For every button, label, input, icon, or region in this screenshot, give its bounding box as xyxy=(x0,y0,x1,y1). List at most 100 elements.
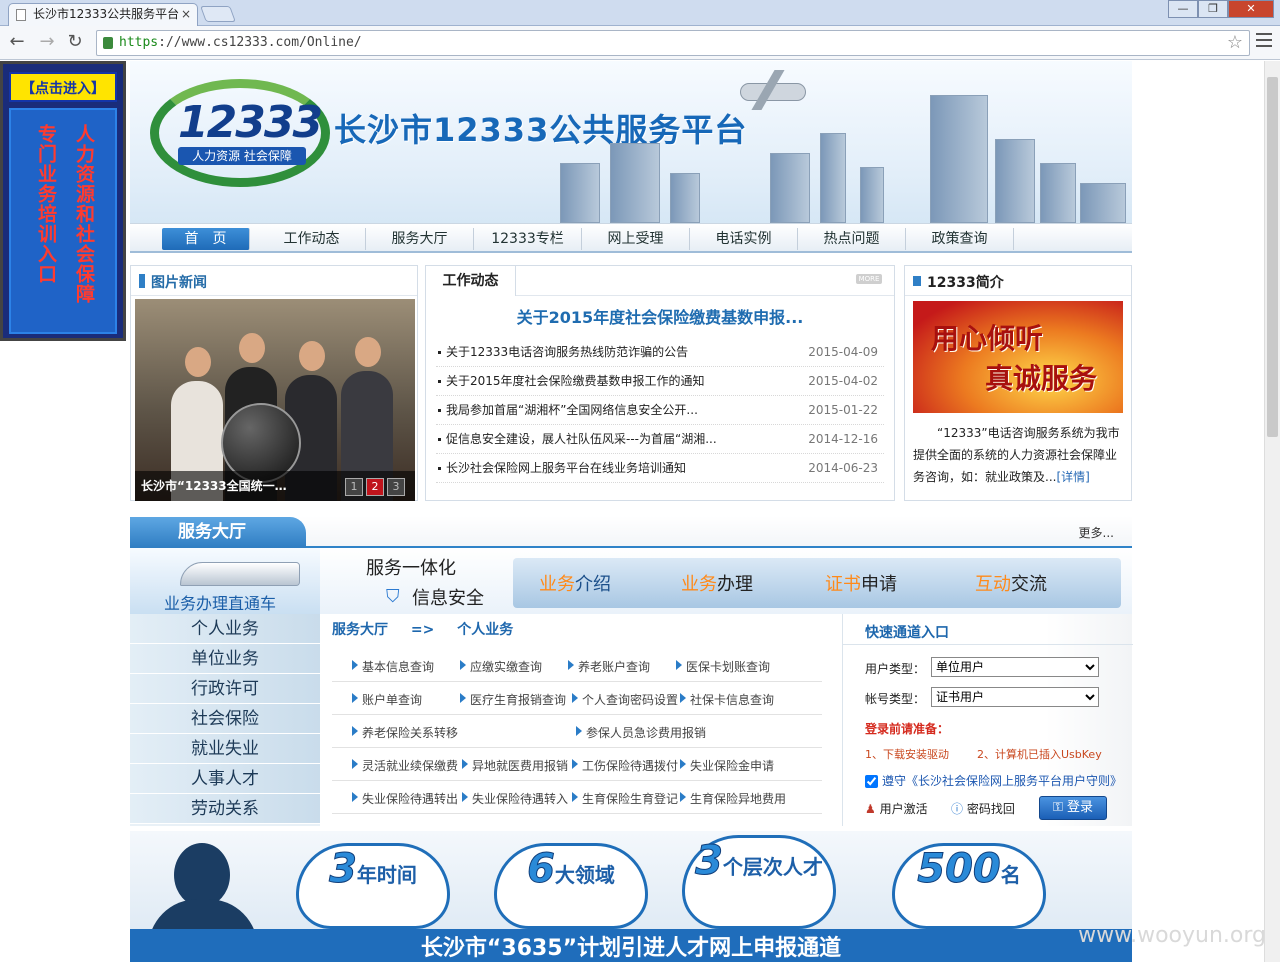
new-tab-button[interactable] xyxy=(200,6,236,22)
news-item[interactable]: 关于12333电话咨询服务热线防范诈骗的公告 2015-04-09 xyxy=(436,338,884,367)
service-hall-more[interactable]: 更多... xyxy=(1079,524,1114,541)
nav-hot-issues[interactable]: 热点问题 xyxy=(798,228,906,250)
news-item[interactable]: 关于2015年度社会保险缴费基数申报工作的通知 2015-04-02 xyxy=(436,367,884,396)
tab-certificate-apply[interactable]: 证书申请 xyxy=(825,570,897,596)
quick-title: 快速通道入口 xyxy=(865,625,949,641)
service-hall-title: 服务大厅 xyxy=(130,517,306,548)
agree-checkbox[interactable] xyxy=(865,775,878,788)
tab-interaction[interactable]: 互动交流 xyxy=(975,570,1047,596)
photo-pager: 1 2 3 xyxy=(345,478,405,496)
menu-labor[interactable]: 劳动关系 xyxy=(130,794,320,824)
service-link[interactable]: 生育保险异地费用 xyxy=(680,790,786,807)
login-button[interactable]: ⚿ 登录 xyxy=(1039,796,1107,820)
tab-business-handle[interactable]: 业务办理 xyxy=(681,570,753,596)
news-item[interactable]: 我局参加首届“湖湘杯”全国网络信息安全公开... 2015-01-22 xyxy=(436,396,884,425)
main-nav: 首 页 工作动态 服务大厅 12333专栏 网上受理 电话实例 热点问题 政策查… xyxy=(130,223,1132,253)
download-driver-link[interactable]: 1、下载安装驱动 xyxy=(865,746,949,762)
user-type-select[interactable]: 单位用户 xyxy=(931,657,1099,677)
training-float-ad[interactable]: 【点击进入】 人力资源和社会保障 专门业务培训入口 xyxy=(0,61,126,341)
business-train-banner[interactable]: 业务办理直通车 xyxy=(130,548,320,614)
tab-close-icon[interactable]: × xyxy=(181,4,191,25)
float-ad-col-right: 专门业务培训入口 xyxy=(35,124,57,284)
photo-page-3[interactable]: 3 xyxy=(387,478,405,496)
browser-tab[interactable]: 长沙市12333公共服务平台 × xyxy=(8,3,198,26)
menu-personnel[interactable]: 人事人才 xyxy=(130,764,320,794)
user-activate-link[interactable]: ♟ 用户激活 xyxy=(865,800,928,817)
service-link[interactable]: 账户单查询 xyxy=(352,691,422,708)
service-link[interactable]: 基本信息查询 xyxy=(352,658,434,675)
service-link[interactable]: 失业保险待遇转入 xyxy=(462,790,568,807)
service-link[interactable]: 异地就医费用报销 xyxy=(462,757,568,774)
news-item[interactable]: 长沙社会保险网上服务平台在线业务培训通知 2014-06-23 xyxy=(436,454,884,483)
back-icon[interactable]: ← xyxy=(6,32,28,54)
info-icon: ⓘ xyxy=(951,802,964,816)
work-news-headline[interactable]: 关于2015年度社会保险缴费基数申报... xyxy=(426,304,894,328)
service-link[interactable]: 养老账户查询 xyxy=(568,658,650,675)
menu-personal[interactable]: 个人业务 xyxy=(130,614,320,644)
page-viewport: 【点击进入】 人力资源和社会保障 专门业务培训入口 12333 人力资源 社会保… xyxy=(0,61,1264,962)
url-text: https://www.cs12333.com/Online/ xyxy=(119,35,362,50)
tab-title: 长沙市12333公共服务平台 xyxy=(33,7,180,21)
menu-employment[interactable]: 就业失业 xyxy=(130,734,320,764)
shield-icon: ⛉ xyxy=(386,586,400,607)
float-ad-enter[interactable]: 【点击进入】 xyxy=(9,72,117,102)
nav-phone-cases[interactable]: 电话实例 xyxy=(690,228,798,250)
link-row: 基本信息查询 应缴实缴查询 养老账户查询 医保卡划账查询 xyxy=(332,649,822,682)
service-link[interactable]: 灵活就业续保缴费 xyxy=(352,757,458,774)
address-bar[interactable]: https://www.cs12333.com/Online/ ☆ xyxy=(96,30,1250,56)
news-item[interactable]: 促信息安全建设，展人社队伍风采---为首届“湖湘... 2014-12-16 xyxy=(436,425,884,454)
photo-news-title: 图片新闻 xyxy=(151,275,207,291)
nav-online-accept[interactable]: 网上受理 xyxy=(582,228,690,250)
talent-stripe[interactable]: 长沙市“3635”计划引进人才网上申报通道 xyxy=(130,929,1132,962)
password-recover-link[interactable]: ⓘ 密码找回 xyxy=(951,800,1015,817)
menu-social-insurance[interactable]: 社会保险 xyxy=(130,704,320,734)
nav-home[interactable]: 首 页 xyxy=(162,228,250,250)
service-link[interactable]: 个人查询密码设置 xyxy=(572,691,678,708)
page-scrollbar[interactable] xyxy=(1264,61,1280,962)
service-link[interactable]: 生育保险生育登记 xyxy=(572,790,678,807)
header-banner: 12333 人力资源 社会保障 长沙市12333公共服务平台 xyxy=(130,61,1132,223)
close-window-button[interactable]: ✕ xyxy=(1228,0,1274,18)
service-link[interactable]: 应缴实缴查询 xyxy=(460,658,542,675)
work-news-tab[interactable]: 工作动态 xyxy=(426,266,516,296)
breadcrumb: 服务大厅 => 个人业务 xyxy=(332,619,531,639)
service-link[interactable]: 参保人员急诊费用报销 xyxy=(576,724,706,741)
nav-work-news[interactable]: 工作动态 xyxy=(258,228,366,250)
service-link[interactable]: 养老保险关系转移 xyxy=(352,724,458,741)
browser-menu-icon[interactable] xyxy=(1256,33,1272,47)
menu-unit[interactable]: 单位业务 xyxy=(130,644,320,674)
photo-page-2[interactable]: 2 xyxy=(366,478,384,496)
work-news-more[interactable]: MORE xyxy=(856,274,882,284)
menu-admin-permit[interactable]: 行政许可 xyxy=(130,674,320,704)
maximize-button[interactable]: ❐ xyxy=(1198,0,1228,18)
slogan-integration: 服务一体化 xyxy=(366,558,456,579)
minimize-button[interactable]: — xyxy=(1168,0,1198,18)
photo-news-image[interactable]: 长沙市“12333全国统一… 1 2 3 xyxy=(135,299,415,501)
service-link[interactable]: 失业保险待遇转出 xyxy=(352,790,458,807)
intro-text: “12333”电话咨询服务系统为我市提供全面的系统的人力资源社会保障业务咨询，如… xyxy=(913,426,1120,484)
agree-rules[interactable]: 遵守《长沙社会保险网上服务平台用户守则》 xyxy=(865,772,1122,789)
service-link[interactable]: 医保卡划账查询 xyxy=(676,658,770,675)
window-controls: — ❐ ✕ xyxy=(1168,0,1274,18)
reload-icon[interactable]: ↻ xyxy=(64,32,86,54)
crumb-service-hall[interactable]: 服务大厅 xyxy=(332,622,388,638)
tab-business-intro[interactable]: 业务介绍 xyxy=(539,570,611,596)
train-label: 业务办理直通车 xyxy=(164,594,277,613)
service-link[interactable]: 失业保险金申请 xyxy=(680,757,774,774)
scrollbar-thumb[interactable] xyxy=(1267,77,1278,437)
service-link[interactable]: 工伤保险待遇拨付 xyxy=(572,757,678,774)
float-ad-body: 人力资源和社会保障 专门业务培训入口 xyxy=(9,108,117,334)
forward-icon[interactable]: → xyxy=(36,32,58,54)
nav-policy-query[interactable]: 政策查询 xyxy=(906,228,1014,250)
nav-12333-column[interactable]: 12333专栏 xyxy=(474,228,582,250)
photo-page-1[interactable]: 1 xyxy=(345,478,363,496)
service-link[interactable]: 医疗生育报销查询 xyxy=(460,691,566,708)
crumb-personal[interactable]: 个人业务 xyxy=(457,622,513,638)
service-left-menu: 个人业务 单位业务 行政许可 社会保险 就业失业 人事人才 劳动关系 xyxy=(130,614,320,826)
service-link[interactable]: 社保卡信息查询 xyxy=(680,691,774,708)
bookmark-star-icon[interactable]: ☆ xyxy=(1227,32,1243,53)
nav-service-hall[interactable]: 服务大厅 xyxy=(366,228,474,250)
account-type-select[interactable]: 证书用户 xyxy=(931,687,1099,707)
intro-detail-link[interactable]: [详情] xyxy=(1056,470,1089,484)
cloud-levels: 3个层次人才 xyxy=(682,835,836,929)
